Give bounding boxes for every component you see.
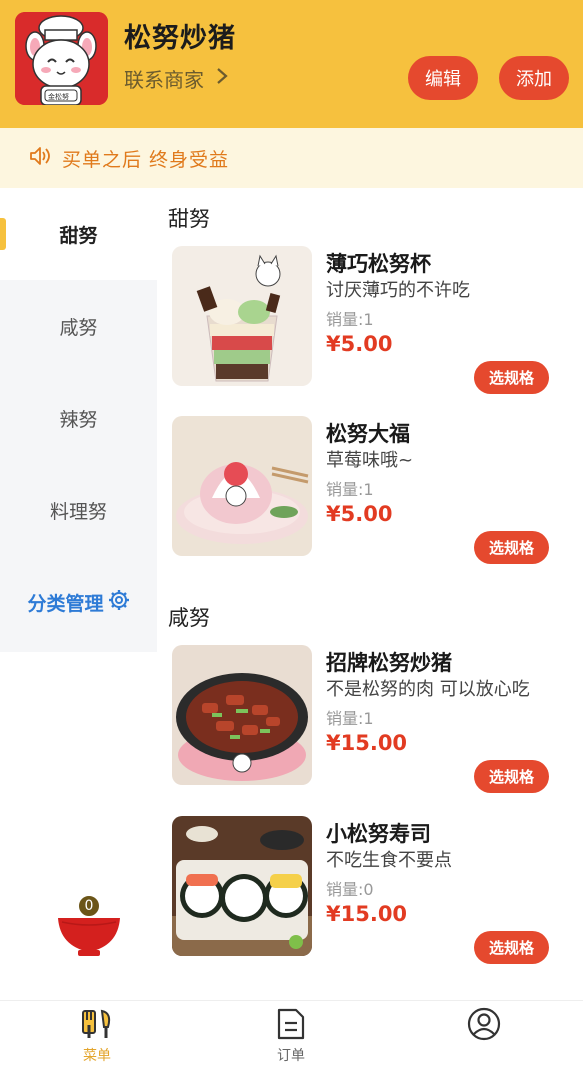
menu-item[interactable]: 松努大福 草莓味哦~ 销量:1 ¥5.00 选规格 bbox=[172, 416, 572, 564]
contact-label: 联系商家 bbox=[124, 68, 204, 92]
store-logo: 金松努 bbox=[15, 12, 108, 105]
item-sales: 销量:0 bbox=[326, 880, 374, 899]
menu-item[interactable]: 薄巧松努杯 讨厌薄巧的不许吃 销量:1 ¥5.00 选规格 bbox=[172, 246, 572, 394]
tab-label: 菜单 bbox=[83, 1048, 111, 1064]
category-manage-label: 分类管理 bbox=[27, 592, 104, 615]
add-button[interactable]: 添加 bbox=[499, 56, 569, 100]
select-spec-button[interactable]: 选规格 bbox=[474, 361, 549, 394]
category-label: 辣努 bbox=[59, 408, 98, 431]
item-name: 薄巧松努杯 bbox=[326, 252, 431, 276]
category-label: 咸努 bbox=[59, 316, 98, 339]
store-header: 金松努 松努炒猪 联系商家 编辑 添加 bbox=[0, 0, 583, 128]
item-description: 不吃生食不要点 bbox=[326, 850, 452, 871]
logo-badge-text: 金松努 bbox=[48, 93, 69, 101]
gear-icon bbox=[108, 589, 130, 616]
item-image bbox=[172, 416, 312, 556]
contact-merchant-link[interactable]: 联系商家 bbox=[124, 64, 228, 93]
notice-bar: 买单之后 终身受益 bbox=[0, 128, 583, 188]
notice-text: 买单之后 终身受益 bbox=[62, 148, 230, 171]
item-image bbox=[172, 645, 312, 785]
item-image bbox=[172, 246, 312, 386]
category-item-spicy[interactable]: 辣努 bbox=[0, 372, 157, 464]
category-manage-button[interactable]: 分类管理 bbox=[0, 556, 157, 648]
item-image bbox=[172, 816, 312, 956]
menu-content: 甜努 薄巧松努杯 讨厌薄巧的不许吃 销量:1 ¥5.00 选规格 松努大福 草莓… bbox=[157, 188, 583, 1000]
store-name: 松努炒猪 bbox=[124, 23, 236, 54]
select-spec-button[interactable]: 选规格 bbox=[474, 531, 549, 564]
bottom-tab-bar: 菜单 订单 bbox=[0, 1000, 583, 1080]
cart-count-badge: 0 bbox=[77, 894, 101, 918]
cart-button[interactable]: 0 bbox=[56, 894, 122, 960]
item-sales: 销量:1 bbox=[326, 480, 374, 499]
item-price: ¥15.00 bbox=[326, 902, 408, 926]
item-description: 不是松努的肉 可以放心吃 bbox=[326, 679, 530, 700]
user-icon bbox=[467, 1007, 501, 1041]
select-spec-button[interactable]: 选规格 bbox=[474, 931, 549, 964]
fork-knife-icon bbox=[82, 1009, 111, 1038]
edit-button[interactable]: 编辑 bbox=[408, 56, 478, 100]
speaker-icon bbox=[28, 145, 52, 171]
select-spec-button[interactable]: 选规格 bbox=[474, 760, 549, 793]
item-description: 草莓味哦~ bbox=[326, 450, 414, 471]
document-icon bbox=[277, 1008, 305, 1040]
category-label: 甜努 bbox=[59, 224, 98, 247]
tab-label: 订单 bbox=[277, 1048, 305, 1064]
tab-menu[interactable]: 菜单 bbox=[37, 1007, 157, 1077]
category-item-sweet[interactable]: 甜努 bbox=[0, 188, 157, 280]
item-price: ¥15.00 bbox=[326, 731, 408, 755]
category-item-cuisine[interactable]: 料理努 bbox=[0, 464, 157, 556]
item-sales: 销量:1 bbox=[326, 709, 374, 728]
category-item-salty[interactable]: 咸努 bbox=[0, 280, 157, 372]
item-price: ¥5.00 bbox=[326, 332, 393, 356]
section-title: 甜努 bbox=[168, 207, 210, 231]
item-price: ¥5.00 bbox=[326, 502, 393, 526]
chevron-right-icon bbox=[216, 66, 228, 91]
item-sales: 销量:1 bbox=[326, 310, 374, 329]
category-label: 料理努 bbox=[49, 500, 107, 523]
item-name: 小松努寿司 bbox=[326, 822, 431, 846]
item-name: 招牌松努炒猪 bbox=[326, 651, 452, 675]
menu-item[interactable]: 招牌松努炒猪 不是松努的肉 可以放心吃 销量:1 ¥15.00 选规格 bbox=[172, 645, 572, 793]
section-title: 咸努 bbox=[168, 606, 210, 630]
category-sidebar: 甜努 咸努 辣努 料理努 分类管理 bbox=[0, 188, 157, 652]
item-description: 讨厌薄巧的不许吃 bbox=[326, 280, 470, 301]
tab-orders[interactable]: 订单 bbox=[231, 1007, 351, 1077]
tab-profile[interactable] bbox=[424, 1007, 544, 1077]
item-name: 松努大福 bbox=[326, 422, 410, 446]
menu-item[interactable]: 小松努寿司 不吃生食不要点 销量:0 ¥15.00 选规格 bbox=[172, 816, 572, 964]
active-indicator bbox=[0, 218, 6, 250]
